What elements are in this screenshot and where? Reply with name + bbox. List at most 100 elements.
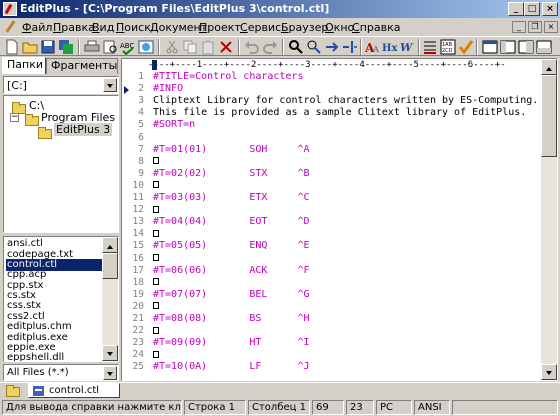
tab-control-ctl[interactable]: control.ctl — [28, 383, 120, 398]
goto-icon[interactable] — [324, 39, 340, 55]
view-4-icon[interactable] — [536, 39, 552, 55]
maximize-button[interactable]: □ — [524, 2, 540, 16]
minimize-button[interactable]: _ — [508, 2, 524, 16]
text-editor[interactable]: ----+----1----+----2----+----3----+----4… — [121, 58, 558, 381]
editor-scrollbar[interactable] — [541, 59, 557, 380]
print-icon[interactable] — [84, 39, 100, 55]
scroll-down-icon[interactable] — [102, 345, 118, 361]
code-line[interactable]: #T=03(03) ETX ^C — [153, 192, 310, 203]
view-3-icon[interactable] — [518, 39, 534, 55]
cut-icon[interactable] — [164, 39, 180, 55]
ruler-icon[interactable] — [422, 39, 438, 55]
chevron-down-icon[interactable] — [103, 78, 117, 92]
code-line[interactable]: #TITLE=Control characters — [153, 71, 304, 82]
line-number: 21 — [132, 313, 144, 324]
replace-icon[interactable] — [306, 39, 322, 55]
copy-icon[interactable] — [182, 39, 198, 55]
control-char-line[interactable]:  — [153, 204, 159, 215]
control-char-line[interactable]:  — [153, 156, 159, 167]
menu-edit[interactable]: Правка — [53, 21, 95, 34]
code-line[interactable]: #T=04(04) EOT ^D — [153, 216, 310, 227]
tree-item-editplus-3[interactable]: EditPlus 3 — [54, 123, 113, 136]
menu-browser[interactable]: Браузер — [281, 21, 328, 34]
find-in-files-icon[interactable] — [342, 39, 358, 55]
drive-select[interactable]: [C:] — [3, 76, 119, 94]
control-char-line[interactable]:  — [153, 301, 159, 312]
editplus-app-icon[interactable] — [3, 2, 17, 16]
menu-window[interactable]: Окно — [325, 21, 354, 34]
code-line[interactable]: #T=06(06) ACK ^F — [153, 265, 310, 276]
control-char-line[interactable]:  — [153, 277, 159, 288]
code-line[interactable]: This file is provided as a sample Clitex… — [153, 107, 526, 118]
paste-icon[interactable] — [200, 39, 216, 55]
document-icon — [33, 386, 44, 396]
toolbar: ABC AA Hx W 1AB 2CD — [0, 36, 560, 56]
spellcheck-icon[interactable]: ABC — [120, 39, 136, 55]
window-title: EditPlus - [C:\Program Files\EditPlus 3\… — [20, 2, 330, 15]
word-wrap-icon[interactable]: W — [400, 39, 416, 55]
svg-text:Hx: Hx — [382, 43, 398, 54]
drive-select-value: [C:] — [7, 79, 27, 92]
code-line[interactable]: #SORT=n — [153, 119, 195, 130]
save-all-icon[interactable] — [58, 39, 74, 55]
document-menu-icon[interactable] — [4, 20, 18, 34]
line-number: 7 — [138, 143, 144, 155]
close-button[interactable]: × — [542, 2, 558, 16]
control-char-line[interactable]:  — [153, 325, 159, 336]
heading-icon[interactable]: Hx — [382, 39, 398, 55]
menu-tools[interactable]: Сервис — [240, 21, 281, 34]
redo-icon[interactable] — [262, 39, 278, 55]
view-1-icon[interactable] — [482, 39, 498, 55]
print-preview-icon[interactable] — [102, 39, 118, 55]
list-item[interactable]: eppshell.dll — [6, 352, 102, 361]
menu-project[interactable]: Проект — [199, 21, 241, 34]
scroll-thumb[interactable] — [102, 253, 118, 279]
tab-cliptext[interactable]: Фрагменты — [46, 58, 118, 74]
control-char-line[interactable]:  — [153, 253, 159, 264]
line-number: 16 — [132, 252, 144, 264]
mdi-restore-button[interactable]: ❐ — [528, 21, 542, 33]
mdi-close-button[interactable]: × — [544, 21, 558, 33]
scroll-up-icon[interactable] — [102, 237, 118, 253]
control-char-line[interactable]:  — [153, 180, 159, 191]
code-line[interactable]: #T=09(09) HT ^I — [153, 337, 310, 348]
code-line[interactable]: #T=05(05) ENQ ^E — [153, 240, 310, 251]
spellcheck-check-icon[interactable] — [458, 39, 474, 55]
font-icon[interactable]: AA — [364, 39, 380, 55]
menu-file[interactable]: Файл — [22, 21, 52, 34]
scroll-down-icon[interactable] — [541, 364, 557, 380]
file-list[interactable]: ansi.ctl codepage.txt control.ctl cpp.ac… — [3, 236, 119, 362]
find-icon[interactable] — [288, 39, 304, 55]
directory-tree[interactable]: C:\ − Program Files EditPlus 3 — [3, 95, 119, 233]
control-char-line[interactable]:  — [153, 228, 159, 239]
code-line[interactable]: #T=01(01) SOH ^A — [153, 144, 310, 155]
collapse-icon[interactable]: − — [10, 113, 19, 122]
menu-search[interactable]: Поиск — [116, 21, 151, 34]
line-number-icon[interactable]: 1AB2CD — [440, 39, 456, 55]
scroll-thumb[interactable] — [541, 75, 557, 157]
tab-folders[interactable]: Папки — [2, 57, 46, 74]
save-icon[interactable] — [40, 39, 56, 55]
new-icon[interactable] — [4, 39, 20, 55]
code-line[interactable]: Cliptext Library for control characters … — [153, 95, 538, 106]
menu-view[interactable]: Вид — [92, 21, 114, 34]
title-bar[interactable]: EditPlus - [C:\Program Files\EditPlus 3\… — [0, 0, 560, 18]
browser-icon[interactable] — [138, 39, 154, 55]
code-line[interactable]: #INFO — [153, 83, 183, 94]
mdi-minimize-button[interactable]: _ — [512, 21, 526, 33]
code-line[interactable]: #T=10(0A) LF ^J — [153, 361, 310, 372]
control-char-line[interactable] — [153, 349, 159, 360]
chevron-down-icon[interactable] — [103, 366, 117, 380]
scroll-up-icon[interactable] — [541, 59, 557, 75]
folder-icon[interactable] — [6, 385, 20, 397]
menu-help[interactable]: Справка — [352, 21, 400, 34]
open-icon[interactable] — [22, 39, 38, 55]
view-2-icon[interactable] — [500, 39, 516, 55]
undo-icon[interactable] — [244, 39, 260, 55]
code-line[interactable]: #T=02(02) STX ^B — [153, 168, 310, 179]
code-line[interactable]: #T=08(08) BS ^H — [153, 313, 310, 324]
file-filter-select[interactable]: All Files (*.*) — [3, 364, 119, 381]
delete-icon[interactable] — [218, 39, 234, 55]
file-list-scrollbar[interactable] — [102, 237, 118, 361]
code-line[interactable]: #T=07(07) BEL ^G — [153, 289, 310, 300]
